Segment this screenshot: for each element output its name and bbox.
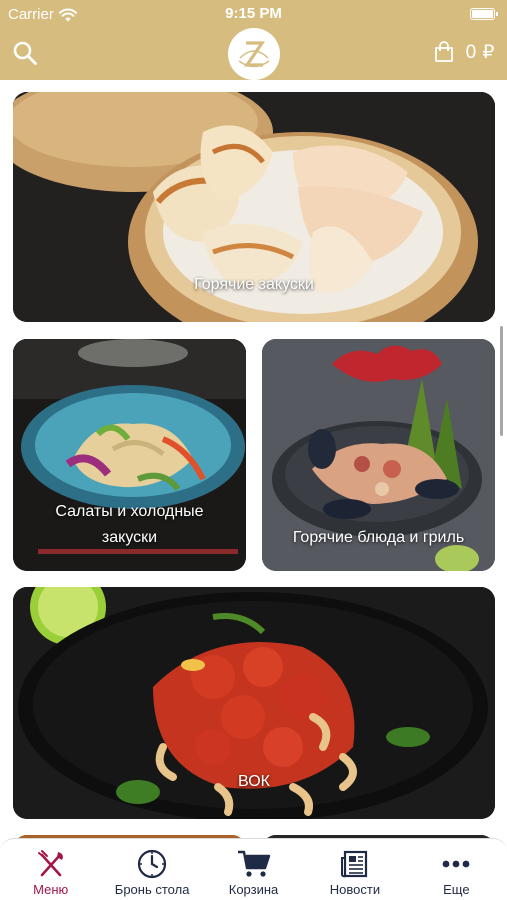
category-label: ВОК (238, 773, 270, 790)
cart-icon (237, 850, 270, 877)
status-bar: Carrier 9:15 PM (0, 0, 507, 28)
tab-label: Новости (329, 882, 381, 897)
app-header: Carrier 9:15 PM 0 ₽ (0, 0, 507, 80)
category-hot-dishes-grill[interactable]: Горячие блюда и гриль (262, 339, 495, 571)
tab-cart[interactable]: Корзина (203, 839, 304, 900)
battery-icon (470, 8, 498, 20)
category-label-line2: закуски (101, 529, 158, 546)
shopping-bag-icon (434, 41, 453, 62)
tab-label: Меню (33, 882, 69, 897)
tab-label: Бронь стола (114, 882, 190, 897)
logo-mark (238, 41, 270, 68)
tab-more[interactable]: Еще (406, 839, 507, 900)
header-cart-button[interactable]: 0 ₽ (432, 40, 495, 64)
more-dots-icon (442, 860, 470, 868)
search-icon[interactable] (12, 40, 38, 66)
tab-menu[interactable]: Меню (0, 839, 101, 900)
scrollbar[interactable] (500, 326, 503, 436)
tab-label: Еще (443, 882, 470, 897)
status-time: 9:15 PM (225, 5, 282, 22)
category-label: Горячие закуски (194, 276, 314, 293)
tab-label: Корзина (228, 882, 279, 897)
restaurant-logo[interactable] (228, 28, 280, 80)
fork-knife-icon (37, 850, 63, 877)
bottom-tab-bar: Меню Бронь стола Корзина Новости Еще (0, 838, 507, 900)
tab-table-booking[interactable]: Бронь стола (101, 839, 202, 900)
tab-news[interactable]: Новости (304, 839, 405, 900)
newspaper-icon (340, 850, 368, 878)
clock-icon (138, 849, 167, 879)
menu-categories: Горячие закуски Салаты и холодные закуск… (0, 80, 507, 838)
category-wok[interactable]: ВОК (13, 587, 495, 819)
category-hot-snacks[interactable]: Горячие закуски (13, 92, 495, 322)
category-salads-cold-snacks[interactable]: Салаты и холодные закуски (13, 339, 246, 571)
cart-amount: 0 ₽ (465, 41, 495, 63)
category-label: Горячие блюда и гриль (292, 529, 465, 546)
category-label-line1: Салаты и холодные (55, 503, 204, 520)
category-label: Салаты и холодные закуски (21, 499, 238, 551)
